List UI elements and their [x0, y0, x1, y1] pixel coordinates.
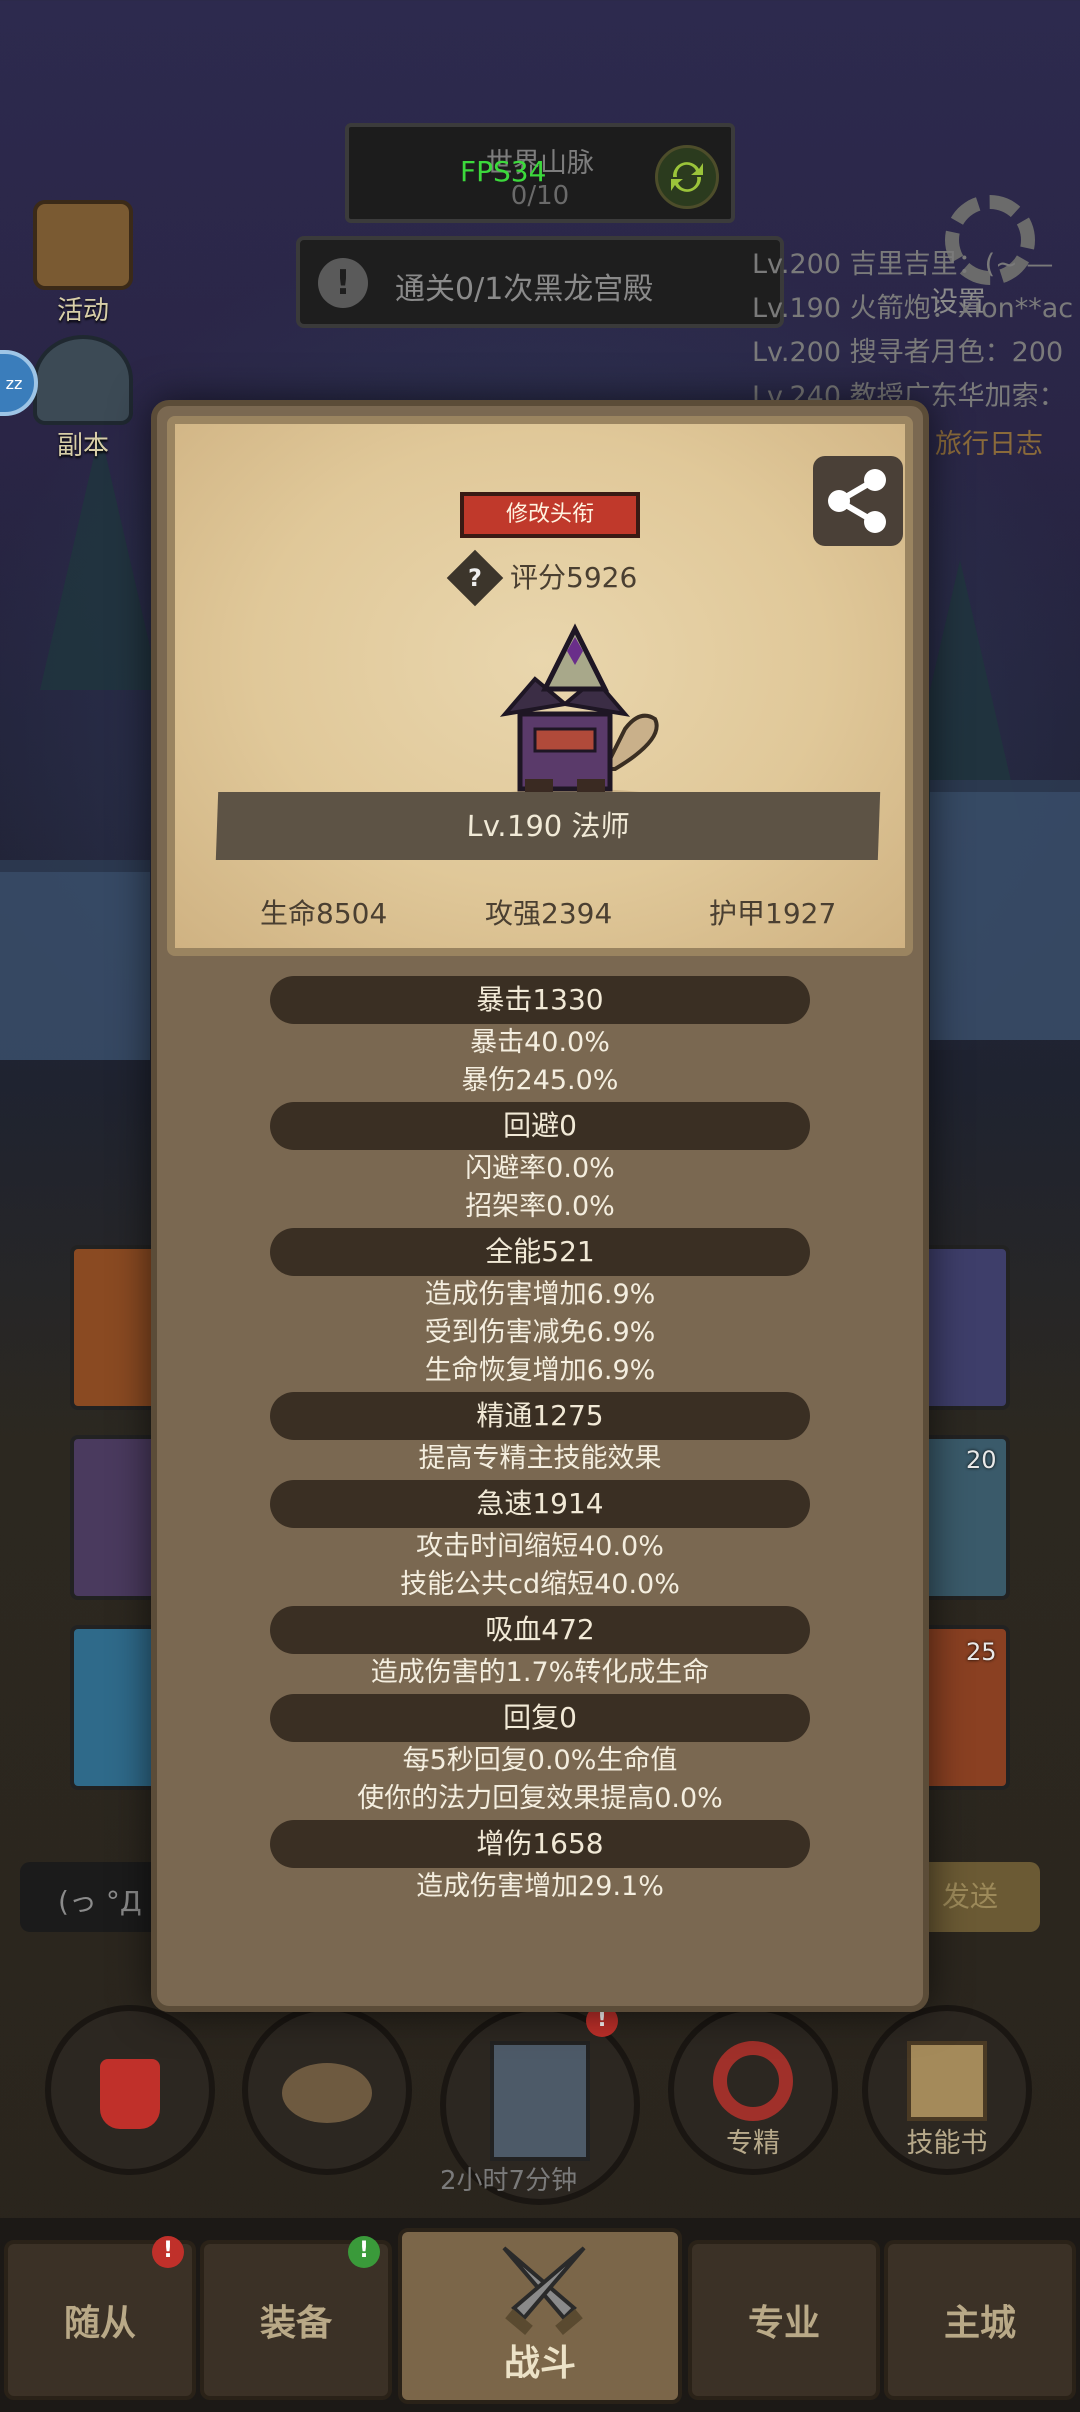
dungeon-icon	[33, 335, 133, 425]
dungeon-button[interactable]: 副本	[18, 335, 148, 461]
share-icon	[828, 469, 886, 533]
dungeon-task-bar[interactable]: ! 通关0/1次黑龙宫殿	[296, 236, 784, 328]
chest-timer: 2小时7分钟	[440, 2166, 578, 2196]
stat-group-mastery: 精通1275 提高专精主技能效果	[157, 1392, 923, 1478]
bg-item-slot	[70, 1625, 160, 1790]
chat-line: Lv.200 搜寻者月色：200	[752, 337, 1064, 368]
stat-group-regen: 回复0 每5秒回复0.0%生命值 使你的法力回复效果提高0.0%	[157, 1694, 923, 1818]
book-icon	[907, 2041, 987, 2121]
stat-line: 造成伤害增加6.9%	[424, 1279, 656, 1310]
background-tree	[40, 430, 160, 690]
chest-icon	[490, 2041, 590, 2161]
edit-title-button[interactable]: 修改头衔	[460, 492, 640, 538]
stat-line: 造成伤害的1.7%转化成生命	[370, 1657, 710, 1688]
hp-stat: 生命8504	[260, 897, 388, 930]
share-button[interactable]	[813, 456, 903, 546]
equipment-alert-badge: !	[348, 2236, 380, 2268]
skill-book-button[interactable]: 技能书	[862, 2005, 1032, 2175]
potion-button[interactable]	[45, 2005, 215, 2175]
stat-header: 回复0	[270, 1694, 810, 1742]
background-house	[0, 860, 150, 1060]
hero-portrait	[485, 623, 665, 809]
potion-icon	[100, 2059, 160, 2129]
help-icon-glyph: ?	[468, 564, 482, 592]
followers-alert-badge: !	[152, 2236, 184, 2268]
fps-counter: FPS34	[460, 155, 547, 188]
help-icon[interactable]: ?	[446, 549, 504, 607]
character-card: 修改头衔 ? 评分5926 Lv.190 法师 生命8504 攻强2394 护甲…	[167, 416, 913, 956]
stat-line: 使你的法力回复效果提高0.0%	[357, 1783, 723, 1814]
stat-line: 提高专精主技能效果	[418, 1443, 662, 1474]
exclamation-icon: !	[318, 258, 368, 308]
armor-stat: 护甲1927	[709, 897, 837, 930]
stat-group-lifesteal: 吸血472 造成伤害的1.7%转化成生命	[157, 1606, 923, 1692]
activity-icon	[33, 200, 133, 290]
refresh-icon	[671, 162, 703, 192]
food-button[interactable]	[242, 2005, 412, 2175]
specialization-button[interactable]: 专精	[668, 2005, 838, 2175]
stat-group-damage-bonus: 增伤1658 造成伤害增加29.1%	[157, 1820, 923, 1906]
stat-header: 全能521	[270, 1228, 810, 1276]
character-info-modal: 修改头衔 ? 评分5926 Lv.190 法师 生命8504 攻强2394 护甲…	[151, 400, 929, 2012]
tab-battle[interactable]: 战斗	[398, 2228, 682, 2404]
specialization-label: 专精	[726, 2128, 780, 2159]
tab-main-city[interactable]: 主城	[884, 2240, 1076, 2400]
stat-header: 增伤1658	[270, 1820, 810, 1868]
refresh-button[interactable]	[655, 145, 719, 209]
chat-input[interactable]: (っ °Д	[20, 1862, 170, 1932]
stat-line: 技能公共cd缩短40.0%	[400, 1569, 680, 1600]
chat-line: Lv.190 火箭炮：xion**ac	[752, 293, 1074, 324]
stat-line: 暴伤245.0%	[461, 1065, 619, 1096]
level-class: Lv.190 法师	[215, 792, 881, 860]
activity-button[interactable]: 活动	[18, 200, 148, 326]
stat-header: 回避0	[270, 1102, 810, 1150]
crossed-swords-icon	[502, 2246, 586, 2335]
stat-group-haste: 急速1914 攻击时间缩短40.0% 技能公共cd缩短40.0%	[157, 1480, 923, 1604]
target-icon	[713, 2041, 793, 2121]
bread-icon	[282, 2063, 372, 2123]
bg-item-slot	[70, 1245, 160, 1410]
stat-line: 受到伤害减免6.9%	[424, 1317, 656, 1348]
stat-line: 攻击时间缩短40.0%	[416, 1531, 664, 1562]
stat-header: 吸血472	[270, 1606, 810, 1654]
dungeon-label: 副本	[56, 431, 109, 461]
stat-line: 造成伤害增加29.1%	[416, 1871, 664, 1902]
skill-book-label: 技能书	[906, 2128, 988, 2159]
dungeon-task-text: 通关0/1次黑龙宫殿	[395, 272, 654, 307]
score: 评分5926	[510, 561, 638, 594]
stat-header: 暴击1330	[270, 976, 810, 1024]
stat-group-versatility: 全能521 造成伤害增加6.9% 受到伤害减免6.9% 生命恢复增加6.9%	[157, 1228, 923, 1390]
stat-header: 精通1275	[270, 1392, 810, 1440]
chat-line: Lv.200 吉里吉里：(~ —	[752, 249, 1054, 280]
stat-line: 生命恢复增加6.9%	[424, 1355, 656, 1386]
stat-line: 暴击40.0%	[470, 1027, 610, 1058]
slot-count: 20	[966, 1446, 997, 1474]
bottom-tab-bar: 随从 装备 战斗 专业 主城 ! !	[0, 2218, 1080, 2412]
attack-stat: 攻强2394	[485, 897, 613, 930]
stat-group-avoidance: 回避0 闪避率0.0% 招架率0.0%	[157, 1102, 923, 1226]
tab-profession[interactable]: 专业	[688, 2240, 880, 2400]
stat-line: 闪避率0.0%	[465, 1153, 615, 1184]
travel-log-label[interactable]: 旅行日志	[935, 422, 1043, 461]
stats-list: 暴击1330 暴击40.0% 暴伤245.0% 回避0 闪避率0.0% 招架率0…	[157, 976, 923, 1908]
stat-line: 招架率0.0%	[465, 1191, 615, 1222]
stat-line: 每5秒回复0.0%生命值	[402, 1745, 678, 1776]
stat-group-crit: 暴击1330 暴击40.0% 暴伤245.0%	[157, 976, 923, 1100]
world-chat-preview[interactable]: Lv.200 吉里吉里：(~ — Lv.190 火箭炮：xion**ac Lv.…	[752, 243, 1080, 419]
stat-header: 急速1914	[270, 1480, 810, 1528]
background-house	[930, 780, 1080, 1040]
activity-label: 活动	[56, 296, 109, 326]
bg-item-slot	[920, 1245, 1010, 1410]
slot-count: 25	[966, 1638, 997, 1666]
bg-item-slot	[70, 1435, 160, 1600]
